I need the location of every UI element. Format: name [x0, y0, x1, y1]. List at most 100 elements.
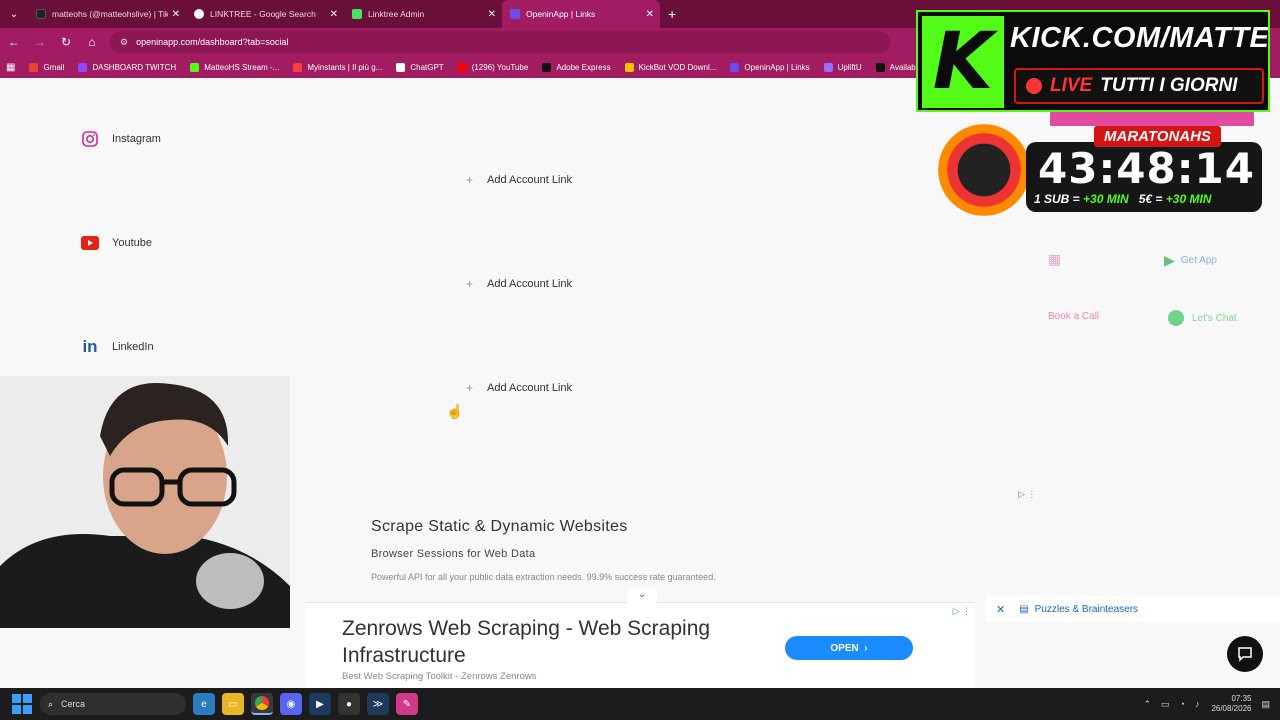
overlay-strip	[1050, 112, 1254, 126]
lets-chat-label: Let's Chat	[1192, 312, 1237, 324]
rule-eur-value: +30 MIN	[1165, 192, 1212, 206]
back-arrow-icon[interactable]: ←	[2, 30, 26, 54]
puzzles-label: Puzzles & Brainteasers	[1034, 603, 1139, 615]
open-label: OPEN	[830, 642, 859, 654]
browser-tab-google[interactable]: LINKTREE - Google Search ✕	[186, 0, 344, 28]
bookmark-myinstants[interactable]: Myinstants | Il più g...	[293, 62, 383, 72]
youtube-icon	[457, 62, 467, 72]
browser-tab-tiktok[interactable]: matteohs (@matteohslive) | Tik ✕	[28, 0, 186, 28]
search-placeholder: Cerca	[61, 699, 86, 709]
kick-icon	[190, 62, 200, 72]
ad-card[interactable]: Scrape Static & Dynamic Websites Browser…	[371, 518, 791, 582]
timer-value: 43:48:14	[1038, 144, 1255, 193]
bookmark-label: Adobe Express	[556, 62, 611, 72]
windows-taskbar: ⌕ Cerca e ▭ ◉ ▶ ● ≫ ✎ ⌃ ▭ ◔ ♪ 07:35 26/0…	[0, 688, 1280, 720]
paint-app-icon[interactable]: ✎	[396, 693, 418, 715]
add-account-link-button[interactable]: + Add Account Link	[466, 173, 572, 187]
preview-widgets: ▦ Book a Call ▶ Get App Let's Chat	[1040, 238, 1255, 348]
puzzles-panel[interactable]: ✕ ▤ Puzzles & Brainteasers	[986, 596, 1280, 622]
url-text: openinapp.com/dashboard?tab=social	[136, 37, 289, 47]
bookmark-youtube[interactable]: (1296) YouTube	[457, 62, 528, 72]
marathon-timer-overlay: MARATONAHS 43:48:14 1 SUB = +30 MIN 5€ =…	[938, 112, 1266, 216]
bookmark-adobe-express[interactable]: Adobe Express	[542, 62, 611, 72]
whatsapp-icon	[1168, 310, 1184, 326]
banner-ad-title: Zenrows Web Scraping - Web Scraping Infr…	[342, 617, 711, 667]
vscode-app-icon[interactable]: ≫	[367, 693, 389, 715]
taskbar-search[interactable]: ⌕ Cerca	[40, 693, 186, 715]
new-tab-button[interactable]: +	[668, 6, 676, 22]
linktree-icon	[352, 9, 362, 19]
wifi-icon[interactable]: ◔	[1180, 699, 1185, 709]
close-tab-icon[interactable]: ✕	[488, 9, 496, 20]
terminal-app-icon[interactable]: ▶	[309, 693, 331, 715]
obs-app-icon[interactable]: ●	[338, 693, 360, 715]
social-name: Youtube	[112, 237, 152, 249]
kick-logo-icon: K	[922, 16, 1004, 108]
plus-icon: +	[466, 381, 474, 395]
banner-ad-source: Best Web Scraping Toolkit - Zenrows Zenr…	[342, 671, 537, 682]
tab-search-chevron-icon[interactable]: ⌄	[0, 0, 28, 28]
reload-icon[interactable]: ↻	[54, 30, 78, 54]
bookmark-chatgpt[interactable]: ChatGPT	[396, 62, 444, 72]
site-info-icon[interactable]: ⚙	[120, 37, 128, 48]
forward-arrow-icon[interactable]: →	[28, 30, 52, 54]
edge-app-icon[interactable]: e	[193, 693, 215, 715]
bookmark-dashboard-twitch[interactable]: DASHBOARD TWITCH	[78, 62, 176, 72]
volume-icon[interactable]: ♪	[1195, 699, 1200, 709]
chatgpt-icon	[396, 62, 406, 72]
apps-grid-icon[interactable]: ▦	[6, 62, 15, 73]
bookmark-kickbot[interactable]: KickBot VOD Downl...	[624, 62, 716, 72]
open-ad-button[interactable]: OPEN ›	[785, 636, 913, 660]
ad-subtitle: Browser Sessions for Web Data	[371, 548, 536, 560]
bookmark-label: OpeninApp | Links	[744, 62, 810, 72]
bookmark-label: Myinstants | Il più g...	[307, 62, 383, 72]
ad-title: Scrape Static & Dynamic Websites	[371, 518, 628, 535]
plus-icon: +	[466, 173, 474, 187]
webcam-overlay	[0, 376, 290, 628]
youtube-icon	[81, 234, 99, 252]
plus-icon: +	[466, 277, 474, 291]
bookmark-openinapp[interactable]: OpeninApp | Links	[730, 62, 810, 72]
tray-chevron-up-icon[interactable]: ⌃	[1143, 699, 1151, 710]
network-icon[interactable]: ▭	[1161, 699, 1170, 710]
windows-start-icon[interactable]	[12, 694, 32, 714]
home-icon[interactable]: ⌂	[80, 30, 104, 54]
close-tab-icon[interactable]: ✕	[330, 9, 338, 20]
browser-tab-openinapp[interactable]: OpeninApp | Links ✕	[502, 0, 660, 28]
tray-time: 07:35	[1231, 694, 1252, 703]
file-explorer-icon[interactable]: ▭	[222, 693, 244, 715]
close-icon[interactable]: ✕	[996, 603, 1005, 616]
close-tab-icon[interactable]: ✕	[646, 9, 654, 20]
live-banner: LIVE TUTTI I GIORNI	[1014, 68, 1264, 104]
bookmark-matteohs-stream[interactable]: MatteoHS Stream -...	[190, 62, 279, 72]
chevron-down-icon[interactable]: ⌄	[627, 589, 657, 603]
get-app-button[interactable]: ▶ Get App	[1164, 252, 1217, 269]
notification-icon[interactable]: ▤	[1261, 699, 1270, 710]
tab-title: OpeninApp | Links	[526, 9, 596, 19]
chat-button[interactable]	[1227, 636, 1263, 672]
social-row-youtube: Youtube	[81, 234, 152, 252]
tab-title: Linktree Admin	[368, 9, 425, 19]
book-a-call-button[interactable]: Book a Call	[1048, 311, 1099, 322]
bookmark-gmail[interactable]: Gmail	[29, 62, 65, 72]
add-account-link-button[interactable]: + Add Account Link	[466, 381, 572, 395]
discord-app-icon[interactable]: ◉	[280, 693, 302, 715]
browser-tab-linktree[interactable]: Linktree Admin ✕	[344, 0, 502, 28]
address-bar[interactable]: ⚙ openinapp.com/dashboard?tab=social	[110, 31, 890, 53]
lets-chat-button[interactable]: Let's Chat	[1168, 310, 1237, 326]
tab-title: LINKTREE - Google Search	[210, 9, 316, 19]
tab-title: matteohs (@matteohslive) | Tik	[52, 9, 168, 19]
bookmark-label: Gmail	[43, 62, 65, 72]
ad-choices-icon[interactable]: ▷ ⋮	[953, 606, 971, 617]
banner-ad[interactable]: ⌄ Zenrows Web Scraping - Web Scraping In…	[305, 589, 975, 688]
add-account-link-button[interactable]: + Add Account Link	[466, 277, 572, 291]
book-icon: ▤	[1019, 603, 1029, 615]
tray-clock[interactable]: 07:35 26/08/2026	[1211, 694, 1251, 714]
close-tab-icon[interactable]: ✕	[172, 9, 180, 20]
timer-rules: 1 SUB = +30 MIN 5€ = +30 MIN	[1034, 192, 1211, 206]
tray-date: 26/08/2026	[1211, 704, 1252, 713]
chrome-app-icon[interactable]	[251, 693, 273, 715]
kickbot-icon	[624, 62, 634, 72]
ad-choices-icon[interactable]: ▷ ⋮	[1018, 489, 1036, 500]
bookmark-upliftu[interactable]: UpliftU	[823, 62, 862, 72]
